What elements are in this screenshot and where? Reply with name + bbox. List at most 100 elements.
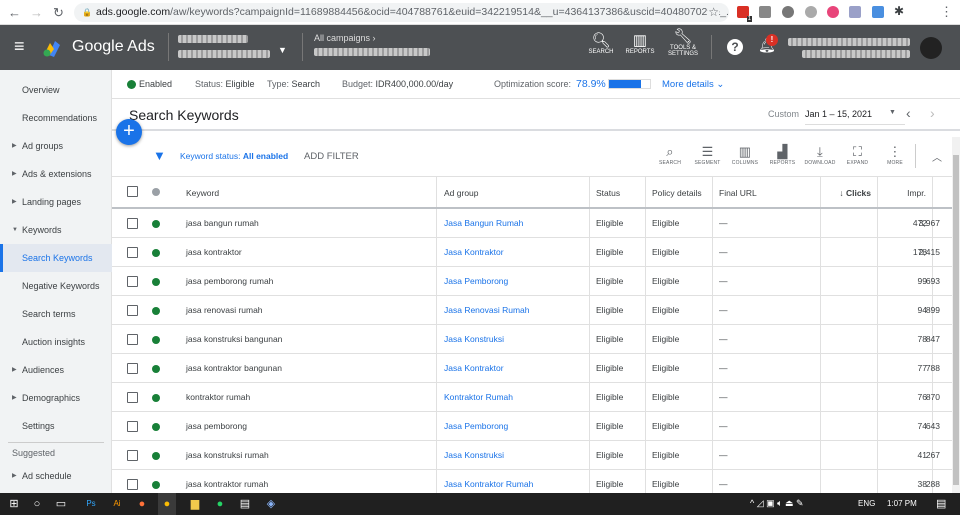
ad-group-link[interactable]: Jasa Kontraktor — [444, 238, 504, 266]
sidebar-item-recommendations[interactable]: Recommendations — [0, 104, 112, 132]
add-keyword-button[interactable]: + — [116, 119, 142, 145]
extension-icon[interactable]: 1 — [737, 6, 752, 22]
photoshop-icon[interactable]: Ps — [82, 496, 100, 512]
search-tool-button[interactable]: ⌕ SEARCH — [653, 143, 687, 166]
grid-extension-icon[interactable] — [872, 6, 884, 18]
row-checkbox[interactable] — [127, 363, 138, 374]
emoji-extension-icon[interactable] — [827, 6, 839, 18]
download-tool-button[interactable]: ⤓ DOWNLOAD — [803, 143, 837, 166]
sidebar-item-keywords[interactable]: ▼ Keywords — [0, 216, 112, 244]
campaign-breadcrumb[interactable]: All campaigns › — [314, 33, 444, 56]
all-campaigns-link[interactable]: All campaigns — [314, 33, 370, 43]
row-checkbox[interactable] — [127, 305, 138, 316]
col-impr[interactable]: Impr. — [907, 177, 926, 207]
chrome-icon[interactable]: ● — [158, 493, 176, 515]
ad-group-link[interactable]: Kontraktor Rumah — [444, 383, 513, 411]
reload-icon[interactable]: ↻ — [53, 5, 64, 21]
row-checkbox[interactable] — [127, 479, 138, 490]
camera-extension-icon[interactable] — [759, 6, 771, 18]
sidebar-item-auction-insights[interactable]: Auction insights — [0, 328, 112, 356]
row-checkbox[interactable] — [127, 218, 138, 229]
account-info[interactable] — [788, 38, 910, 58]
next-period-icon[interactable]: › — [930, 105, 935, 121]
notification-center-icon[interactable]: ▤ — [936, 497, 946, 510]
enabled-status-icon[interactable] — [152, 249, 160, 257]
col-ad-group[interactable]: Ad group — [444, 177, 479, 207]
ad-group-link[interactable]: Jasa Konstruksi — [444, 441, 504, 469]
reports-button[interactable]: ▥ REPORTS — [620, 33, 660, 56]
segment-tool-button[interactable]: ☰ SEGMENT — [691, 143, 725, 166]
keyword-cell[interactable]: kontraktor rumah — [186, 383, 250, 411]
hamburger-icon[interactable]: ≡ — [14, 36, 25, 57]
language-indicator[interactable]: ENG — [858, 499, 875, 508]
col-policy[interactable]: Policy details — [652, 177, 702, 207]
sidebar-item-negative-keywords[interactable]: Negative Keywords — [0, 272, 112, 300]
sidebar-item-ad-groups[interactable]: ▶ Ad groups — [0, 132, 112, 160]
app-icon[interactable]: ◈ — [262, 496, 280, 512]
more-details-link[interactable]: More details ⌄ — [662, 70, 724, 99]
date-range-picker[interactable]: Jan 1 – 15, 2021 ▼ — [805, 104, 905, 125]
enabled-status-icon[interactable] — [152, 423, 160, 431]
keyword-cell[interactable]: jasa kontraktor — [186, 238, 242, 266]
enabled-status-icon[interactable] — [152, 307, 160, 315]
star-icon[interactable]: ☆ — [708, 3, 719, 22]
enabled-status-icon[interactable] — [152, 336, 160, 344]
sidebar-item-demographics[interactable]: ▶ Demographics — [0, 384, 112, 412]
keyword-cell[interactable]: jasa pemborong — [186, 412, 247, 440]
select-all-checkbox[interactable] — [127, 186, 138, 197]
previous-period-icon[interactable]: ‹ — [906, 105, 911, 121]
help-icon[interactable]: ? — [727, 39, 743, 55]
enabled-status-icon[interactable] — [152, 452, 160, 460]
row-checkbox[interactable] — [127, 334, 138, 345]
row-checkbox[interactable] — [127, 392, 138, 403]
keyword-cell[interactable]: jasa pemborong rumah — [186, 267, 273, 295]
tools-settings-button[interactable]: 🔧︎ TOOLS & SETTINGS — [663, 29, 703, 58]
enabled-status-icon[interactable] — [152, 481, 160, 489]
search-button[interactable]: 🔍︎ SEARCH — [581, 33, 621, 56]
enabled-status-icon[interactable] — [152, 394, 160, 402]
ad-group-link[interactable]: Jasa Pemborong — [444, 267, 508, 295]
windows-start-icon[interactable]: ⊞ — [5, 496, 23, 512]
add-filter-button[interactable]: ADD FILTER — [304, 151, 359, 162]
enabled-status-icon[interactable] — [152, 365, 160, 373]
sidebar-item-search-keywords[interactable]: Search Keywords — [0, 244, 112, 272]
back-icon[interactable]: ← — [8, 5, 21, 20]
clock[interactable]: 1:07 PM — [887, 499, 917, 508]
sidebar-item-search-terms[interactable]: Search terms — [0, 300, 112, 328]
firefox-icon[interactable]: ● — [133, 496, 151, 512]
task-view-icon[interactable]: ▭ — [52, 496, 70, 512]
expand-tool-button[interactable]: ⛶ EXPAND — [841, 143, 875, 166]
sidebar-item-ads-extensions[interactable]: ▶ Ads & extensions — [0, 160, 112, 188]
sidebar-item-overview[interactable]: Overview — [0, 76, 112, 104]
enabled-status[interactable]: Enabled — [139, 70, 172, 99]
col-clicks[interactable]: ↓ Clicks — [839, 177, 871, 207]
keyword-cell[interactable]: jasa konstruksi bangunan — [186, 325, 282, 353]
ad-group-link[interactable]: Jasa Bangun Rumah — [444, 209, 523, 237]
sidebar-item-landing-pages[interactable]: ▶ Landing pages — [0, 188, 112, 216]
more-tool-button[interactable]: ⋮ MORE — [878, 143, 912, 166]
cortana-icon[interactable]: ○ — [28, 496, 46, 512]
account-selector[interactable]: ▼ — [178, 32, 288, 64]
avatar[interactable] — [920, 37, 942, 59]
keyword-cell[interactable]: jasa konstruksi rumah — [186, 441, 269, 469]
ad-group-link[interactable]: Jasa Pemborong — [444, 412, 508, 440]
illustrator-icon[interactable]: Ai — [108, 496, 126, 512]
enabled-status-icon[interactable] — [152, 220, 160, 228]
ad-group-link[interactable]: Jasa Kontraktor — [444, 354, 504, 382]
col-keyword[interactable]: Keyword — [186, 177, 219, 207]
collapse-chevron-icon[interactable]: ︿ — [932, 149, 942, 164]
col-status[interactable]: Status — [596, 177, 620, 207]
row-checkbox[interactable] — [127, 421, 138, 432]
row-checkbox[interactable] — [127, 247, 138, 258]
drive-extension-icon[interactable] — [782, 6, 794, 18]
reports-tool-button[interactable]: ▟ REPORTS — [766, 143, 800, 166]
sidebar-item-ad-schedule[interactable]: ▶ Ad schedule — [0, 462, 112, 490]
keyword-cell[interactable]: jasa renovasi rumah — [186, 296, 263, 324]
filter-icon[interactable]: ▼ — [153, 148, 166, 163]
keyword-cell[interactable]: jasa kontraktor bangunan — [186, 354, 282, 382]
whatsapp-icon[interactable]: ● — [211, 496, 229, 512]
forward-icon[interactable]: → — [30, 5, 43, 20]
puzzle-icon[interactable]: ✱ — [894, 4, 904, 18]
columns-tool-button[interactable]: ▥ COLUMNS — [728, 143, 762, 166]
ad-group-link[interactable]: Jasa Renovasi Rumah — [444, 296, 530, 324]
